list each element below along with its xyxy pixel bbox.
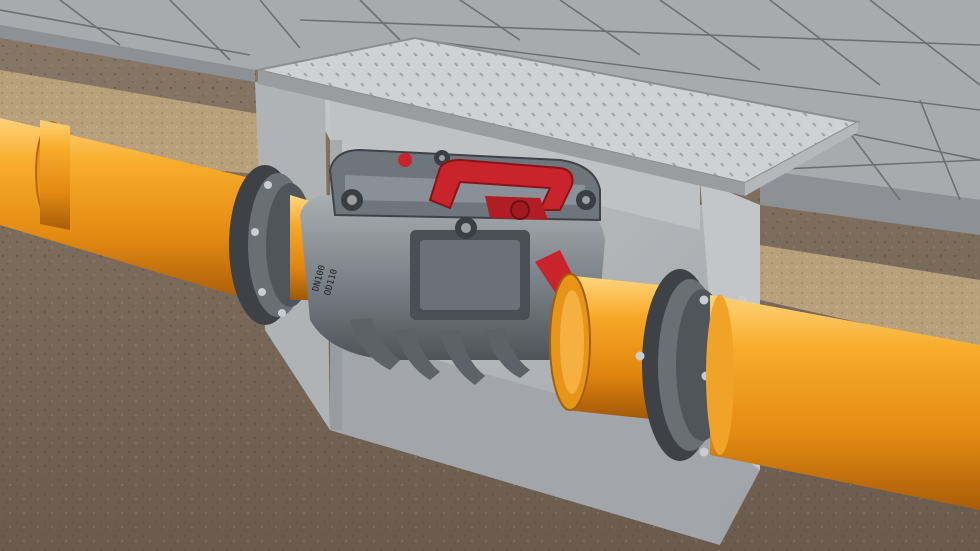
red-plug [398, 153, 412, 167]
valve-chamber-illustration: DN100 OD110 [0, 0, 980, 551]
pipe-right-end [706, 295, 734, 455]
scene-svg: DN100 OD110 [0, 0, 980, 551]
